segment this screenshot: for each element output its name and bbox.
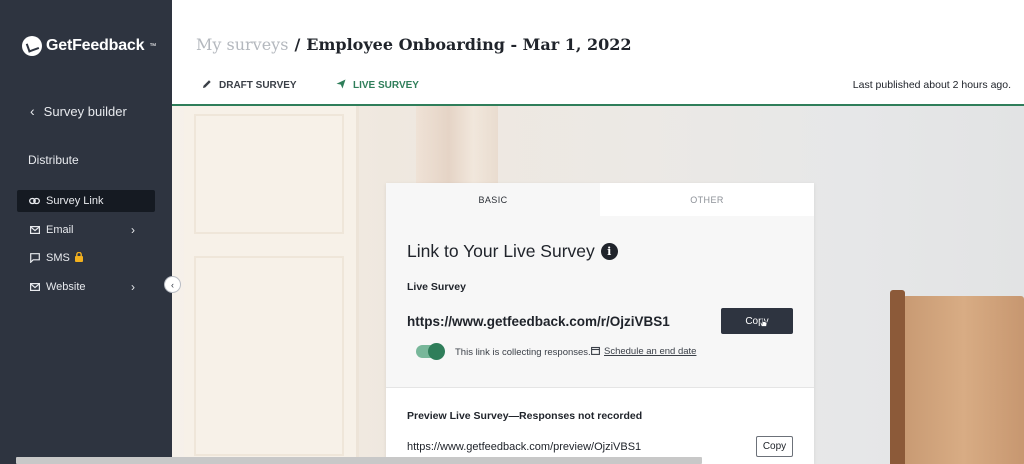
calendar-icon [591, 346, 600, 357]
schedule-end-date-link[interactable]: Schedule an end date [591, 346, 696, 357]
collecting-status-text: This link is collecting responses. [455, 347, 591, 358]
live-survey-url: https://www.getfeedback.com/r/OjziVBS1 [407, 314, 670, 329]
breadcrumb: My surveys / Employee Onboarding - Mar 1, … [196, 35, 632, 54]
survey-link-card: BASIC OTHER Link to Your Live Survey i L… [386, 183, 814, 464]
survey-builder-back-link[interactable]: ‹ Survey builder [30, 103, 127, 119]
pencil-icon [202, 79, 212, 92]
brand-name: GetFeedback [46, 37, 145, 54]
sidebar-item-survey-link[interactable]: Survey Link [17, 190, 155, 212]
live-survey-label: Live Survey [407, 281, 466, 293]
card-title-text: Link to Your Live Survey [407, 241, 595, 261]
sidebar-item-website[interactable]: Website › [17, 276, 155, 298]
copy-preview-url-button[interactable]: Copy [756, 436, 793, 457]
sidebar-item-label: Website [46, 281, 86, 293]
collecting-responses-toggle[interactable] [416, 343, 445, 360]
last-published-status: Last published about 2 hours ago. [852, 79, 1011, 91]
toggle-knob [428, 343, 445, 360]
lock-icon [74, 251, 83, 264]
sidebar-item-label: Survey Link [46, 195, 104, 207]
breadcrumb-my-surveys[interactable]: My surveys [196, 35, 288, 54]
chevron-right-icon: › [131, 280, 135, 294]
card-title: Link to Your Live Survey i [407, 241, 618, 262]
sidebar: GetFeedback ™ ‹ Survey builder Distribute… [0, 0, 172, 464]
tab-live-survey[interactable]: LIVE SURVEY [336, 79, 419, 92]
tab-other[interactable]: OTHER [600, 183, 814, 216]
collapse-sidebar-button[interactable]: ‹ [164, 276, 181, 293]
mail-icon [28, 283, 41, 291]
sidebar-item-label: Email [46, 224, 74, 236]
chevron-left-icon: ‹ [30, 103, 35, 119]
chat-icon [28, 253, 41, 263]
getfeedback-logo-icon [22, 36, 42, 56]
hand-cursor-icon [759, 317, 768, 327]
preview-section: Preview Live Survey—Responses not record… [386, 388, 814, 464]
tab-basic[interactable]: BASIC [386, 183, 600, 216]
tab-draft-survey[interactable]: DRAFT SURVEY [202, 79, 297, 92]
door-decoration [184, 106, 359, 464]
trademark: ™ [149, 42, 157, 50]
breadcrumb-separator: / [294, 35, 301, 54]
sidebar-item-sms[interactable]: SMS [17, 247, 155, 269]
chevron-right-icon: › [131, 223, 135, 237]
send-icon [336, 79, 346, 92]
preview-label: Preview Live Survey—Responses not record… [407, 410, 643, 422]
distribute-heading: Distribute [28, 153, 79, 167]
schedule-link-label: Schedule an end date [604, 346, 697, 357]
page-title: Employee Onboarding - Mar 1, 2022 [306, 35, 632, 54]
sidebar-item-email[interactable]: Email › [17, 219, 155, 241]
back-link-label: Survey builder [43, 103, 127, 119]
chair-decoration [890, 290, 1024, 464]
tab-label: DRAFT SURVEY [219, 80, 297, 91]
copy-live-url-button[interactable]: Copy [721, 308, 793, 334]
getfeedback-logo[interactable]: GetFeedback ™ [22, 36, 156, 56]
link-icon [28, 197, 41, 205]
page-header: My surveys / Employee Onboarding - Mar 1, … [172, 0, 1024, 106]
info-icon[interactable]: i [600, 243, 618, 260]
tab-label: LIVE SURVEY [353, 80, 419, 91]
card-tabs: BASIC OTHER [386, 183, 814, 216]
sidebar-item-label: SMS [46, 252, 70, 264]
mail-icon [28, 226, 41, 234]
preview-url: https://www.getfeedback.com/preview/Ojzi… [407, 441, 642, 453]
horizontal-scrollbar[interactable] [16, 457, 702, 464]
